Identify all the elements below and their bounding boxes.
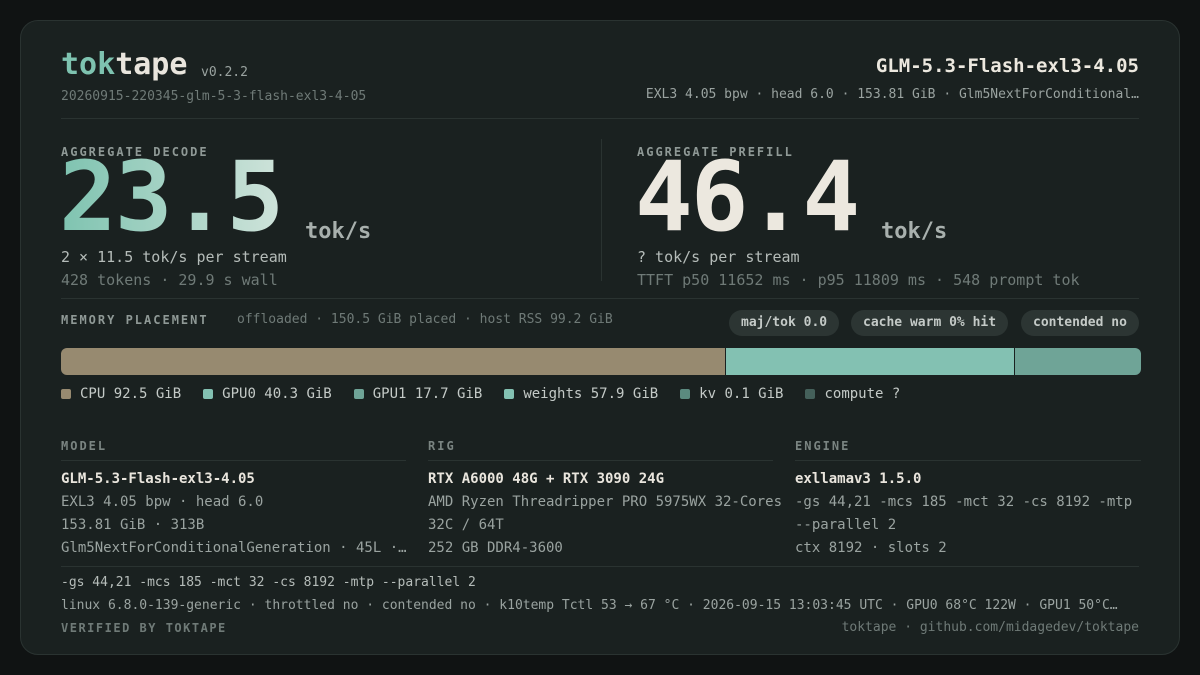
memory-bar-segment-gpu0 xyxy=(724,348,1014,375)
legend-item: GPU1 17.7 GiB xyxy=(353,386,483,402)
divider xyxy=(61,298,1139,299)
rig-column-head: RTX A6000 48G + RTX 3090 24G xyxy=(428,471,665,487)
legend-item: CPU 92.5 GiB xyxy=(61,386,181,402)
rig-column-line: 252 GB DDR4-3600 xyxy=(428,540,563,556)
legend-swatch xyxy=(680,389,691,399)
engine-column-line: -gs 44,21 -mcs 185 -mct 32 -cs 8192 -mtp xyxy=(795,494,1133,510)
logo-part-tape: tape xyxy=(115,47,188,82)
model-column-line: 153.81 GiB · 313B xyxy=(61,517,205,533)
version-label: v0.2.2 xyxy=(201,65,248,80)
footer-args: -gs 44,21 -mcs 185 -mct 32 -cs 8192 -mtp… xyxy=(61,575,476,590)
run-id: 20260915-220345-glm-5-3-flash-exl3-4-05 xyxy=(61,89,367,104)
engine-column-line: ctx 8192 · slots 2 xyxy=(795,540,947,556)
memory-info: offloaded · 150.5 GiB placed · host RSS … xyxy=(237,312,613,327)
model-column-title: MODEL xyxy=(61,439,108,453)
decode-detail: 428 tokens · 29.9 s wall xyxy=(61,271,278,289)
legend-label: CPU 92.5 GiB xyxy=(80,386,182,402)
rig-column-line: AMD Ryzen Threadripper PRO 5975WX 32-Cor… xyxy=(428,494,783,510)
engine-column-line: --parallel 2 xyxy=(795,517,897,533)
legend-label: weights 57.9 GiB xyxy=(523,386,659,402)
prefill-unit: tok/s xyxy=(881,219,948,244)
divider xyxy=(795,460,1141,461)
memory-legend: CPU 92.5 GiB GPU0 40.3 GiB GPU1 17.7 GiB we… xyxy=(61,386,922,402)
legend-swatch xyxy=(203,389,214,399)
memory-label: MEMORY PLACEMENT xyxy=(61,313,209,327)
prefill-value: 46.4 xyxy=(635,141,860,253)
logo-part-tok: tok xyxy=(61,47,116,82)
divider-vertical xyxy=(601,139,602,281)
prefill-per-stream: ? tok/s per stream xyxy=(637,248,800,266)
divider xyxy=(61,118,1139,119)
divider xyxy=(61,460,406,461)
legend-label: compute ? xyxy=(824,386,901,402)
memory-bar-segment-gpu1 xyxy=(1013,348,1141,375)
legend-item: weights 57.9 GiB xyxy=(504,386,658,402)
pill-contended: contended no xyxy=(1021,310,1139,336)
engine-column-head: exllamav3 1.5.0 xyxy=(795,471,922,487)
memory-bar xyxy=(61,348,1141,375)
pill-maj-tok: maj/tok 0.0 xyxy=(729,310,840,336)
model-subtitle: EXL3 4.05 bpw · head 6.0 · 153.81 GiB · … xyxy=(645,87,1139,102)
legend-item: GPU0 40.3 GiB xyxy=(203,386,332,402)
legend-label: kv 0.1 GiB xyxy=(699,386,784,402)
decode-value: 23.5 xyxy=(59,141,284,253)
legend-label: GPU1 17.7 GiB xyxy=(372,386,483,402)
legend-swatch xyxy=(353,389,364,399)
legend-label: GPU0 40.3 GiB xyxy=(222,386,332,402)
footer-system: linux 6.8.0-139-generic · throttled no ·… xyxy=(61,598,1118,613)
model-column-head: GLM-5.3-Flash-exl3-4.05 xyxy=(61,471,255,487)
model-column-line: Glm5NextForConditionalGeneration · 45L ·… xyxy=(61,540,407,556)
model-column-line: EXL3 4.05 bpw · head 6.0 xyxy=(61,494,264,510)
legend-item: compute ? xyxy=(805,386,900,402)
legend-swatch xyxy=(61,389,71,399)
verified-label: VERIFIED BY TOKTAPE xyxy=(61,621,227,635)
benchmark-card: toktape v0.2.2 20260915-220345-glm-5-3-f… xyxy=(20,20,1180,655)
divider xyxy=(61,566,1139,567)
model-title: GLM-5.3-Flash-exl3-4.05 xyxy=(875,55,1139,77)
decode-unit: tok/s xyxy=(305,219,372,244)
rig-column-title: RIG xyxy=(428,439,456,453)
legend-swatch xyxy=(504,389,515,399)
pill-cache-warm: cache warm 0% hit xyxy=(851,310,1009,336)
credit-link[interactable]: toktape · github.com/midagedev/toktape xyxy=(842,620,1139,635)
prefill-detail: TTFT p50 11652 ms · p95 11809 ms · 548 p… xyxy=(637,271,1080,289)
rig-column-line: 32C / 64T xyxy=(428,517,504,533)
divider xyxy=(428,460,773,461)
memory-bar-segment-cpu xyxy=(61,348,725,375)
engine-column-title: ENGINE xyxy=(795,439,851,453)
legend-swatch xyxy=(805,389,816,399)
legend-item: kv 0.1 GiB xyxy=(680,386,783,402)
decode-per-stream: 2 × 11.5 tok/s per stream xyxy=(61,248,287,266)
logo: toktape xyxy=(61,47,187,82)
